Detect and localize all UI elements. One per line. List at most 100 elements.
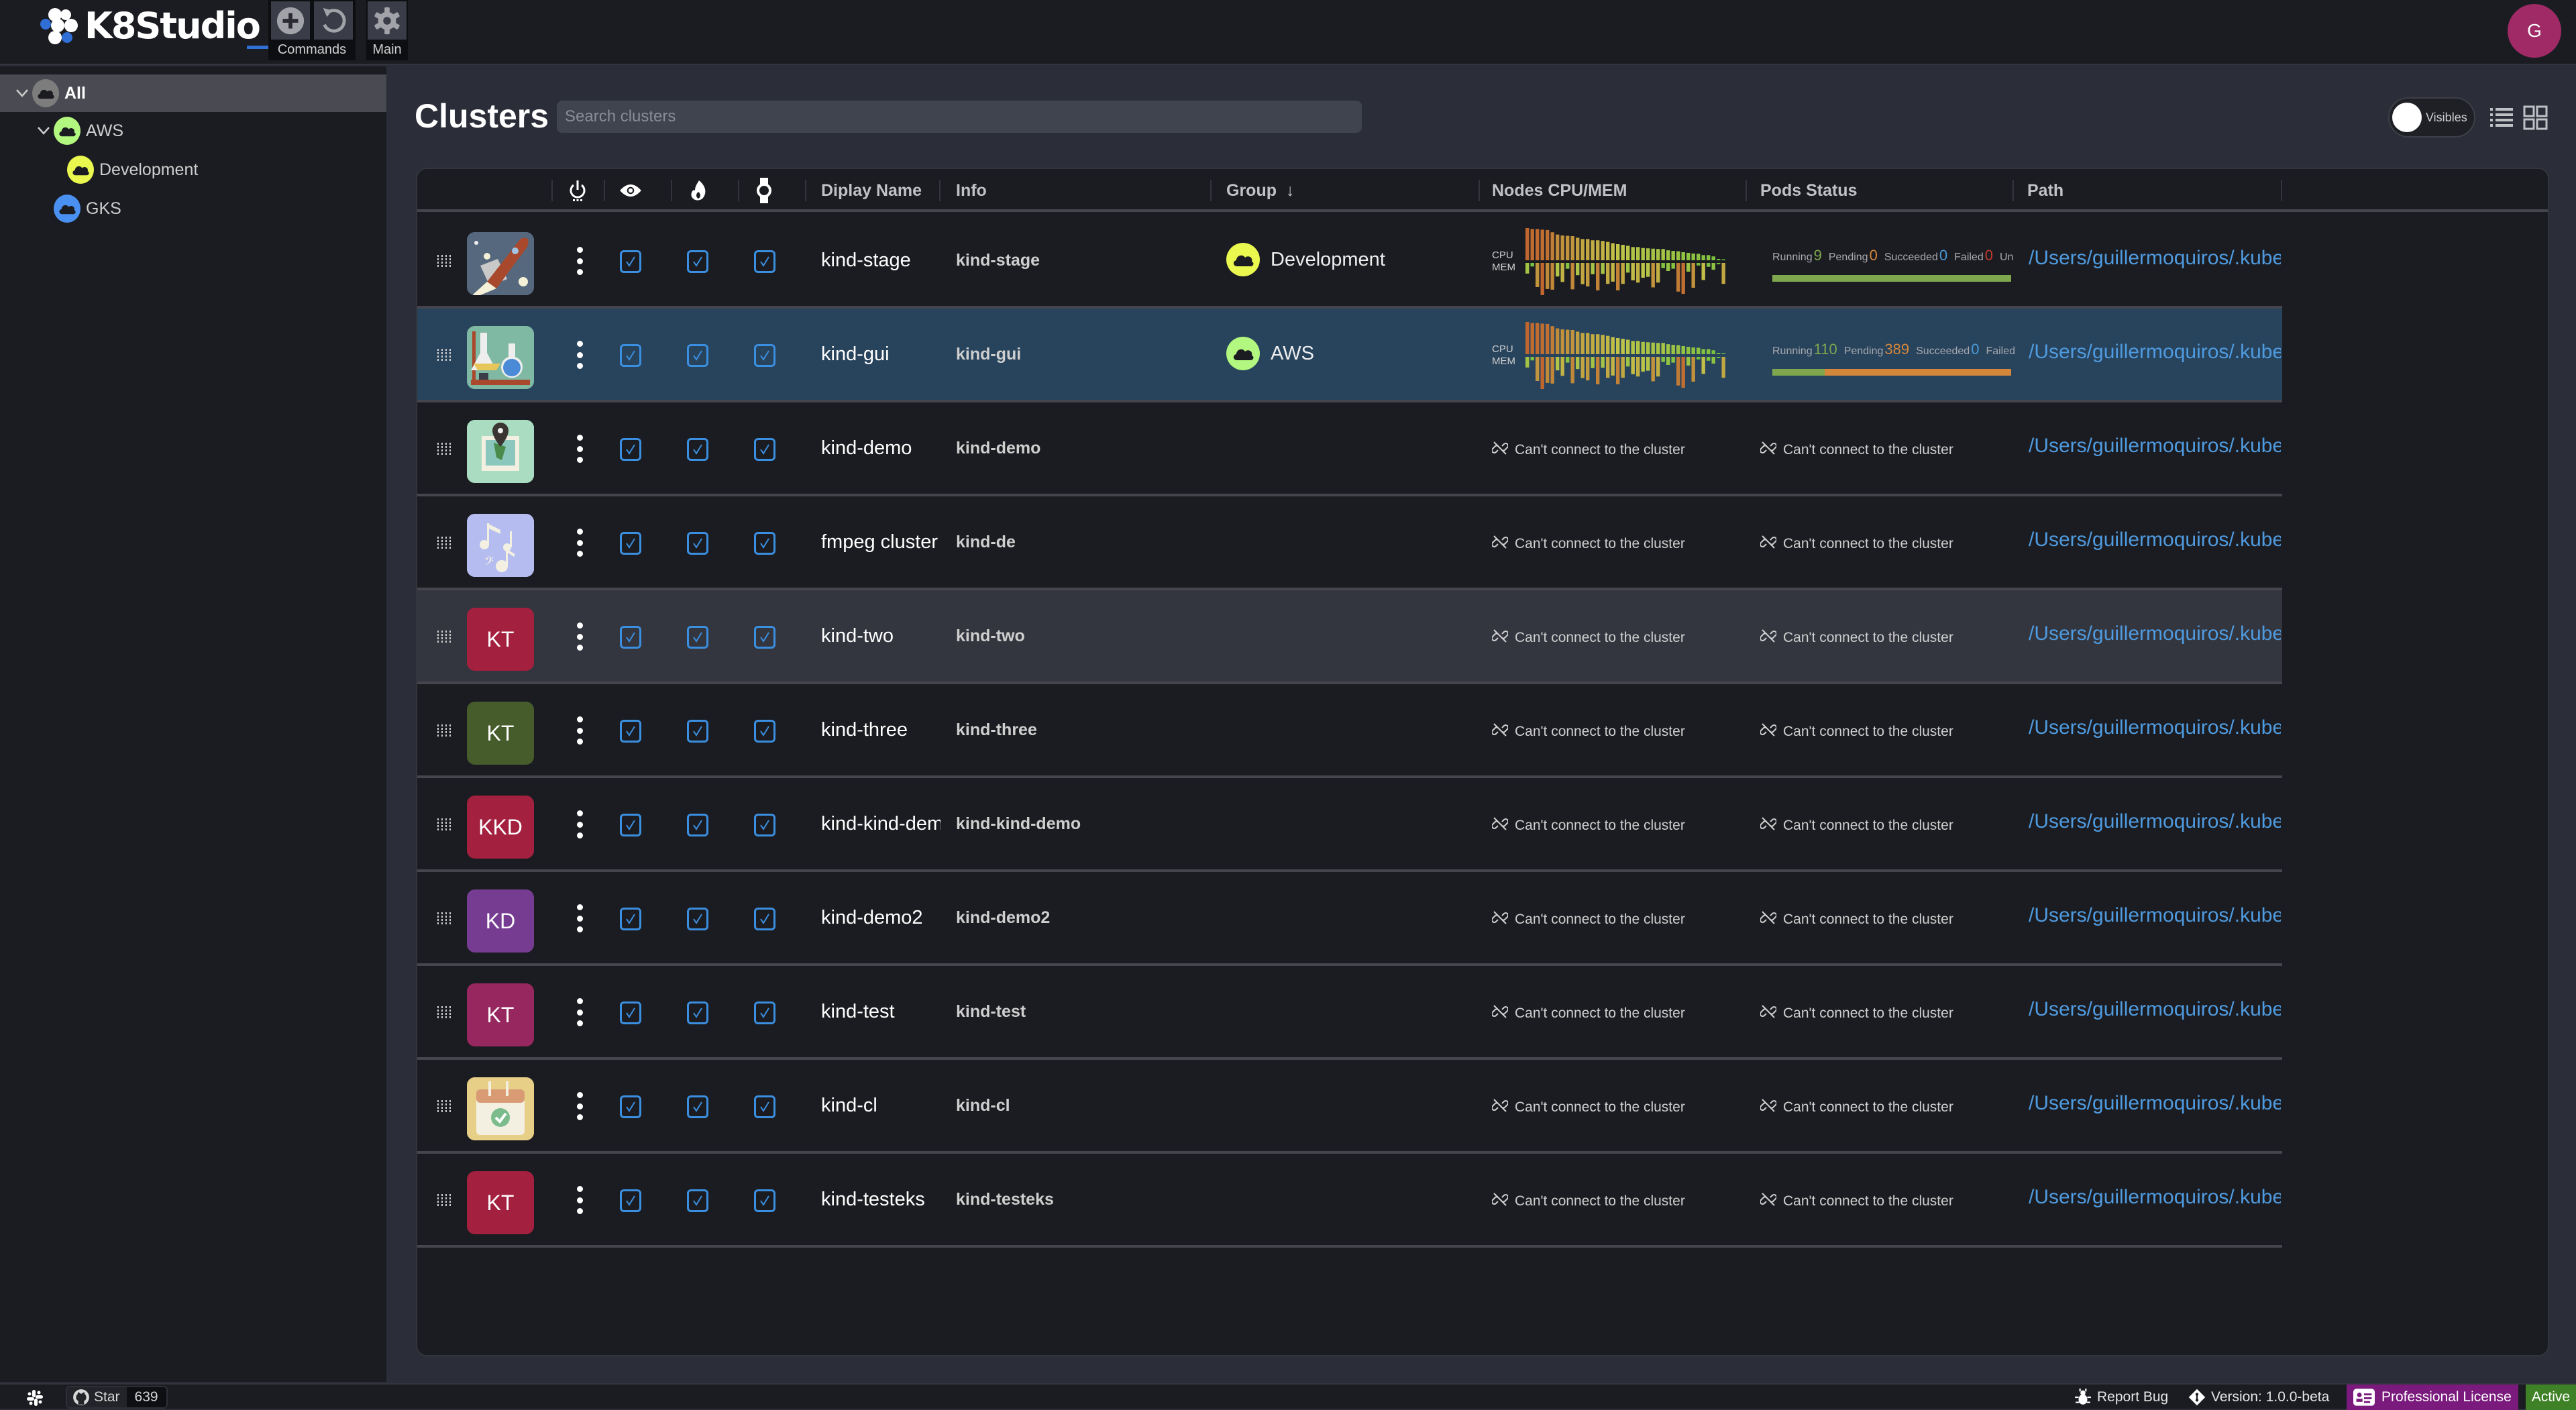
power-checkbox[interactable] [620, 814, 641, 836]
row-menu-button[interactable] [572, 620, 588, 653]
column-pods[interactable]: Pods Status [1760, 169, 1857, 212]
user-avatar[interactable]: G [2508, 4, 2561, 58]
column-visible[interactable] [619, 169, 643, 212]
drag-handle-icon[interactable] [436, 911, 452, 924]
hot-checkbox[interactable] [754, 438, 775, 461]
visible-checkbox[interactable] [687, 1095, 708, 1118]
main-settings-button[interactable] [368, 1, 407, 40]
license-badge[interactable]: Professional License [2347, 1385, 2518, 1410]
column-group[interactable]: Group ↓ [1226, 169, 1295, 212]
power-checkbox[interactable] [620, 1095, 641, 1118]
hot-checkbox[interactable] [754, 1189, 775, 1212]
power-checkbox[interactable] [620, 250, 641, 273]
column-hot[interactable] [688, 169, 708, 212]
row-menu-button[interactable] [572, 244, 588, 278]
hot-checkbox[interactable] [754, 814, 775, 836]
power-checkbox[interactable] [620, 344, 641, 367]
power-checkbox[interactable] [620, 720, 641, 743]
list-view-button[interactable] [2489, 104, 2516, 131]
column-nodes[interactable]: Nodes CPU/MEM [1492, 169, 1627, 212]
visible-checkbox[interactable] [687, 720, 708, 743]
cluster-avatar[interactable] [467, 232, 534, 295]
table-row[interactable]: KKD kind-kind-demo kind-kind-demo Can't con… [417, 778, 2282, 872]
undo-command-button[interactable] [314, 1, 353, 40]
sidebar-item-gks[interactable]: GKS [0, 190, 386, 227]
drag-handle-icon[interactable] [436, 1005, 452, 1018]
row-menu-button[interactable] [572, 1183, 588, 1217]
drag-handle-icon[interactable] [436, 629, 452, 643]
hot-checkbox[interactable] [754, 908, 775, 930]
cluster-group[interactable]: Development [1226, 243, 1385, 276]
table-row[interactable]: KD kind-demo2 kind-demo2 Can't connect to t… [417, 872, 2282, 966]
github-star-button[interactable]: Star 639 [66, 1386, 168, 1409]
kubeconfig-path-link[interactable]: /Users/guillermoquiros/.kube/ [2029, 529, 2281, 551]
drag-handle-icon[interactable] [436, 723, 452, 737]
hot-checkbox[interactable] [754, 1001, 775, 1024]
cluster-avatar[interactable]: KT [467, 1171, 534, 1234]
hot-checkbox[interactable] [754, 250, 775, 273]
row-menu-button[interactable] [572, 995, 588, 1029]
sidebar-item-development[interactable]: Development [0, 151, 386, 188]
table-row[interactable]: KT kind-three kind-three Can't connect to t… [417, 684, 2282, 778]
table-row[interactable]: kind-gui kind-gui AWS CPU MEM Running110 Pe… [417, 309, 2282, 402]
sidebar-item-all[interactable]: All [0, 74, 386, 112]
search-input[interactable] [557, 101, 1362, 133]
row-menu-button[interactable] [572, 526, 588, 559]
kubeconfig-path-link[interactable]: /Users/guillermoquiros/.kube/ [2029, 341, 2281, 364]
drag-handle-icon[interactable] [436, 1099, 452, 1112]
cluster-avatar[interactable]: KT [467, 983, 534, 1046]
power-checkbox[interactable] [620, 626, 641, 649]
power-checkbox[interactable] [620, 908, 641, 930]
visible-checkbox[interactable] [687, 1001, 708, 1024]
row-menu-button[interactable] [572, 902, 588, 935]
cluster-avatar[interactable]: KD [467, 889, 534, 953]
visible-checkbox[interactable] [687, 908, 708, 930]
table-row[interactable]: KT kind-testeks kind-testeks Can't connect … [417, 1154, 2282, 1248]
power-checkbox[interactable] [620, 1189, 641, 1212]
kubeconfig-path-link[interactable]: /Users/guillermoquiros/.kube/ [2029, 716, 2281, 739]
table-row[interactable]: 𝄢 fmpeg cluster kind-de Can't connect to th… [417, 496, 2282, 590]
table-row[interactable]: kind-demo kind-demo Can't connect to the c… [417, 402, 2282, 496]
column-watch[interactable] [754, 169, 774, 212]
power-checkbox[interactable] [620, 532, 641, 555]
kubeconfig-path-link[interactable]: /Users/guillermoquiros/.kube/ [2029, 1186, 2281, 1209]
table-row[interactable]: KT kind-two kind-two Can't connect to the c… [417, 590, 2282, 684]
kubeconfig-path-link[interactable]: /Users/guillermoquiros/.kube/ [2029, 435, 2281, 457]
add-command-button[interactable] [271, 1, 310, 40]
column-info[interactable]: Info [956, 169, 987, 212]
grid-view-button[interactable] [2522, 104, 2549, 131]
visible-checkbox[interactable] [687, 438, 708, 461]
slack-icon[interactable] [25, 1389, 44, 1407]
hot-checkbox[interactable] [754, 626, 775, 649]
kubeconfig-path-link[interactable]: /Users/guillermoquiros/.kube/ [2029, 904, 2281, 927]
cluster-group[interactable]: AWS [1226, 337, 1314, 370]
column-power[interactable] [568, 169, 588, 212]
row-menu-button[interactable] [572, 338, 588, 372]
visible-checkbox[interactable] [687, 1189, 708, 1212]
power-checkbox[interactable] [620, 1001, 641, 1024]
cluster-avatar[interactable]: KKD [467, 796, 534, 859]
drag-handle-icon[interactable] [436, 817, 452, 830]
row-menu-button[interactable] [572, 714, 588, 747]
visible-checkbox[interactable] [687, 250, 708, 273]
sidebar-item-aws[interactable]: AWS [0, 112, 386, 150]
visible-checkbox[interactable] [687, 344, 708, 367]
visibles-toggle[interactable]: Visibles [2388, 97, 2475, 138]
kubeconfig-path-link[interactable]: /Users/guillermoquiros/.kube/ [2029, 247, 2281, 270]
hot-checkbox[interactable] [754, 720, 775, 743]
row-menu-button[interactable] [572, 432, 588, 466]
kubeconfig-path-link[interactable]: /Users/guillermoquiros/.kube/ [2029, 1092, 2281, 1115]
column-path[interactable]: Path [2027, 169, 2063, 212]
row-menu-button[interactable] [572, 1089, 588, 1123]
drag-handle-icon[interactable] [436, 254, 452, 267]
visible-checkbox[interactable] [687, 626, 708, 649]
drag-handle-icon[interactable] [436, 441, 452, 455]
cluster-avatar[interactable]: 𝄢 [467, 514, 534, 577]
cluster-avatar[interactable] [467, 1077, 534, 1140]
drag-handle-icon[interactable] [436, 347, 452, 361]
hot-checkbox[interactable] [754, 344, 775, 367]
cluster-avatar[interactable]: KT [467, 702, 534, 765]
cluster-avatar[interactable] [467, 326, 534, 389]
row-menu-button[interactable] [572, 808, 588, 841]
drag-handle-icon[interactable] [436, 535, 452, 549]
